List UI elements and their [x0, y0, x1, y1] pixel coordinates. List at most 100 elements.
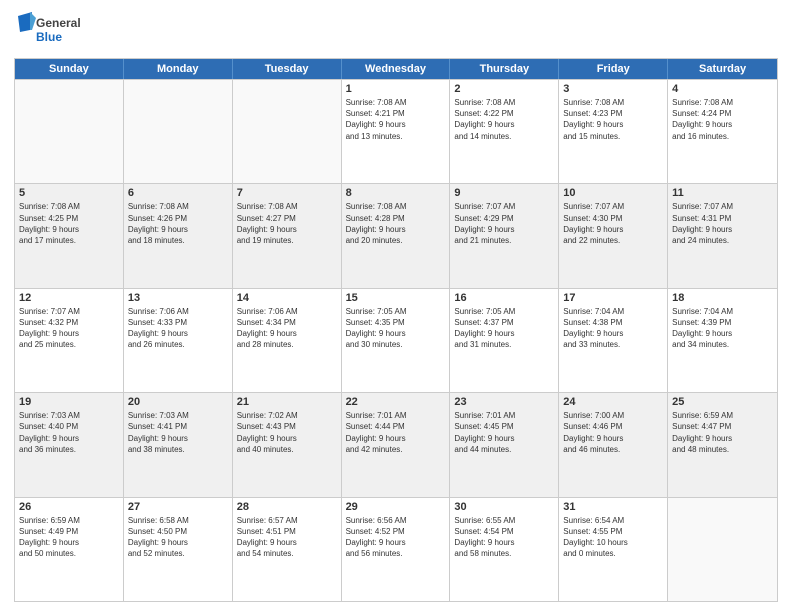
svg-text:Blue: Blue	[36, 30, 62, 44]
day-number: 19	[19, 396, 119, 408]
day-cell-2: 2 Sunrise: 7:08 AM Sunset: 4:22 PM Daylig…	[450, 80, 559, 183]
day-cell-6: 6Sunrise: 7:08 AM Sunset: 4:26 PM Daylig…	[124, 184, 233, 287]
day-number: 8	[346, 187, 446, 199]
day-number: 28	[237, 501, 337, 513]
day-info: Sunrise: 7:08 AM Sunset: 4:21 PM Dayligh…	[346, 97, 446, 142]
calendar-row-3: 19 Sunrise: 7:03 AM Sunset: 4:40 PM Dayli…	[15, 392, 777, 496]
day-info: Sunrise: 7:08 AM Sunset: 4:28 PM Dayligh…	[346, 201, 446, 246]
weekday-header-thursday: Thursday	[450, 59, 559, 79]
weekday-header-sunday: Sunday	[15, 59, 124, 79]
day-cell-26: 26Sunrise: 6:59 AM Sunset: 4:49 PM Dayli…	[15, 498, 124, 601]
day-number: 10	[563, 187, 663, 199]
day-info: Sunrise: 7:06 AM Sunset: 4:34 PM Dayligh…	[237, 306, 337, 351]
weekday-header-tuesday: Tuesday	[233, 59, 342, 79]
weekday-header-friday: Friday	[559, 59, 668, 79]
calendar-row-1: 5 Sunrise: 7:08 AM Sunset: 4:25 PM Daylig…	[15, 183, 777, 287]
logo: General Blue	[14, 10, 94, 52]
day-cell-3: 3 Sunrise: 7:08 AM Sunset: 4:23 PM Daylig…	[559, 80, 668, 183]
day-number: 22	[346, 396, 446, 408]
day-info: Sunrise: 7:07 AM Sunset: 4:30 PM Dayligh…	[563, 201, 663, 246]
day-info: Sunrise: 7:02 AM Sunset: 4:43 PM Dayligh…	[237, 410, 337, 455]
day-info: Sunrise: 6:58 AM Sunset: 4:50 PM Dayligh…	[128, 515, 228, 560]
day-number: 3	[563, 83, 663, 95]
day-cell-9: 9 Sunrise: 7:07 AM Sunset: 4:29 PM Daylig…	[450, 184, 559, 287]
day-number: 16	[454, 292, 554, 304]
weekday-header-saturday: Saturday	[668, 59, 777, 79]
day-cell-23: 23 Sunrise: 7:01 AM Sunset: 4:45 PM Dayli…	[450, 393, 559, 496]
day-info: Sunrise: 7:01 AM Sunset: 4:44 PM Dayligh…	[346, 410, 446, 455]
day-info: Sunrise: 6:57 AM Sunset: 4:51 PM Dayligh…	[237, 515, 337, 560]
day-cell-31: 31Sunrise: 6:54 AM Sunset: 4:55 PM Dayli…	[559, 498, 668, 601]
day-info: Sunrise: 7:00 AM Sunset: 4:46 PM Dayligh…	[563, 410, 663, 455]
day-cell-11: 11 Sunrise: 7:07 AM Sunset: 4:31 PM Dayli…	[668, 184, 777, 287]
day-info: Sunrise: 7:08 AM Sunset: 4:22 PM Dayligh…	[454, 97, 554, 142]
day-info: Sunrise: 7:07 AM Sunset: 4:31 PM Dayligh…	[672, 201, 773, 246]
day-number: 25	[672, 396, 773, 408]
day-number: 31	[563, 501, 663, 513]
page-container: General Blue SundayMondayTuesdayWednesda…	[0, 0, 792, 612]
day-cell-20: 20 Sunrise: 7:03 AM Sunset: 4:41 PM Dayli…	[124, 393, 233, 496]
page-header: General Blue	[14, 10, 778, 52]
day-info: Sunrise: 7:07 AM Sunset: 4:32 PM Dayligh…	[19, 306, 119, 351]
day-cell-15: 15 Sunrise: 7:05 AM Sunset: 4:35 PM Dayli…	[342, 289, 451, 392]
logo-svg: General Blue	[14, 10, 94, 52]
day-info: Sunrise: 7:03 AM Sunset: 4:40 PM Dayligh…	[19, 410, 119, 455]
day-cell-22: 22 Sunrise: 7:01 AM Sunset: 4:44 PM Dayli…	[342, 393, 451, 496]
empty-cell-0-0	[15, 80, 124, 183]
day-info: Sunrise: 7:08 AM Sunset: 4:24 PM Dayligh…	[672, 97, 773, 142]
day-number: 5	[19, 187, 119, 199]
day-number: 4	[672, 83, 773, 95]
calendar-row-4: 26Sunrise: 6:59 AM Sunset: 4:49 PM Dayli…	[15, 497, 777, 601]
day-cell-19: 19 Sunrise: 7:03 AM Sunset: 4:40 PM Dayli…	[15, 393, 124, 496]
day-number: 26	[19, 501, 119, 513]
day-cell-10: 10 Sunrise: 7:07 AM Sunset: 4:30 PM Dayli…	[559, 184, 668, 287]
day-info: Sunrise: 7:05 AM Sunset: 4:35 PM Dayligh…	[346, 306, 446, 351]
calendar-header: SundayMondayTuesdayWednesdayThursdayFrid…	[15, 59, 777, 79]
day-cell-30: 30 Sunrise: 6:55 AM Sunset: 4:54 PM Dayli…	[450, 498, 559, 601]
day-number: 9	[454, 187, 554, 199]
day-number: 11	[672, 187, 773, 199]
day-info: Sunrise: 7:06 AM Sunset: 4:33 PM Dayligh…	[128, 306, 228, 351]
day-info: Sunrise: 7:08 AM Sunset: 4:23 PM Dayligh…	[563, 97, 663, 142]
day-number: 15	[346, 292, 446, 304]
weekday-header-wednesday: Wednesday	[342, 59, 451, 79]
day-info: Sunrise: 7:05 AM Sunset: 4:37 PM Dayligh…	[454, 306, 554, 351]
day-info: Sunrise: 7:07 AM Sunset: 4:29 PM Dayligh…	[454, 201, 554, 246]
day-cell-1: 1 Sunrise: 7:08 AM Sunset: 4:21 PM Daylig…	[342, 80, 451, 183]
day-cell-18: 18 Sunrise: 7:04 AM Sunset: 4:39 PM Dayli…	[668, 289, 777, 392]
day-cell-24: 24 Sunrise: 7:00 AM Sunset: 4:46 PM Dayli…	[559, 393, 668, 496]
day-info: Sunrise: 7:08 AM Sunset: 4:25 PM Dayligh…	[19, 201, 119, 246]
empty-cell-0-1	[124, 80, 233, 183]
day-number: 18	[672, 292, 773, 304]
day-info: Sunrise: 6:55 AM Sunset: 4:54 PM Dayligh…	[454, 515, 554, 560]
day-info: Sunrise: 7:04 AM Sunset: 4:38 PM Dayligh…	[563, 306, 663, 351]
day-number: 24	[563, 396, 663, 408]
day-cell-12: 12 Sunrise: 7:07 AM Sunset: 4:32 PM Dayli…	[15, 289, 124, 392]
day-info: Sunrise: 7:04 AM Sunset: 4:39 PM Dayligh…	[672, 306, 773, 351]
day-number: 20	[128, 396, 228, 408]
day-info: Sunrise: 7:08 AM Sunset: 4:27 PM Dayligh…	[237, 201, 337, 246]
day-number: 30	[454, 501, 554, 513]
day-cell-8: 8 Sunrise: 7:08 AM Sunset: 4:28 PM Daylig…	[342, 184, 451, 287]
day-cell-4: 4 Sunrise: 7:08 AM Sunset: 4:24 PM Daylig…	[668, 80, 777, 183]
day-info: Sunrise: 7:03 AM Sunset: 4:41 PM Dayligh…	[128, 410, 228, 455]
day-number: 17	[563, 292, 663, 304]
day-info: Sunrise: 7:01 AM Sunset: 4:45 PM Dayligh…	[454, 410, 554, 455]
weekday-header-monday: Monday	[124, 59, 233, 79]
day-cell-7: 7 Sunrise: 7:08 AM Sunset: 4:27 PM Daylig…	[233, 184, 342, 287]
day-number: 2	[454, 83, 554, 95]
day-cell-13: 13Sunrise: 7:06 AM Sunset: 4:33 PM Dayli…	[124, 289, 233, 392]
day-number: 21	[237, 396, 337, 408]
calendar-row-0: 1 Sunrise: 7:08 AM Sunset: 4:21 PM Daylig…	[15, 79, 777, 183]
day-number: 12	[19, 292, 119, 304]
day-number: 1	[346, 83, 446, 95]
day-info: Sunrise: 7:08 AM Sunset: 4:26 PM Dayligh…	[128, 201, 228, 246]
empty-cell-4-6	[668, 498, 777, 601]
day-info: Sunrise: 6:56 AM Sunset: 4:52 PM Dayligh…	[346, 515, 446, 560]
day-number: 7	[237, 187, 337, 199]
day-number: 29	[346, 501, 446, 513]
day-info: Sunrise: 6:59 AM Sunset: 4:47 PM Dayligh…	[672, 410, 773, 455]
calendar-body: 1 Sunrise: 7:08 AM Sunset: 4:21 PM Daylig…	[15, 79, 777, 601]
day-number: 23	[454, 396, 554, 408]
empty-cell-0-2	[233, 80, 342, 183]
